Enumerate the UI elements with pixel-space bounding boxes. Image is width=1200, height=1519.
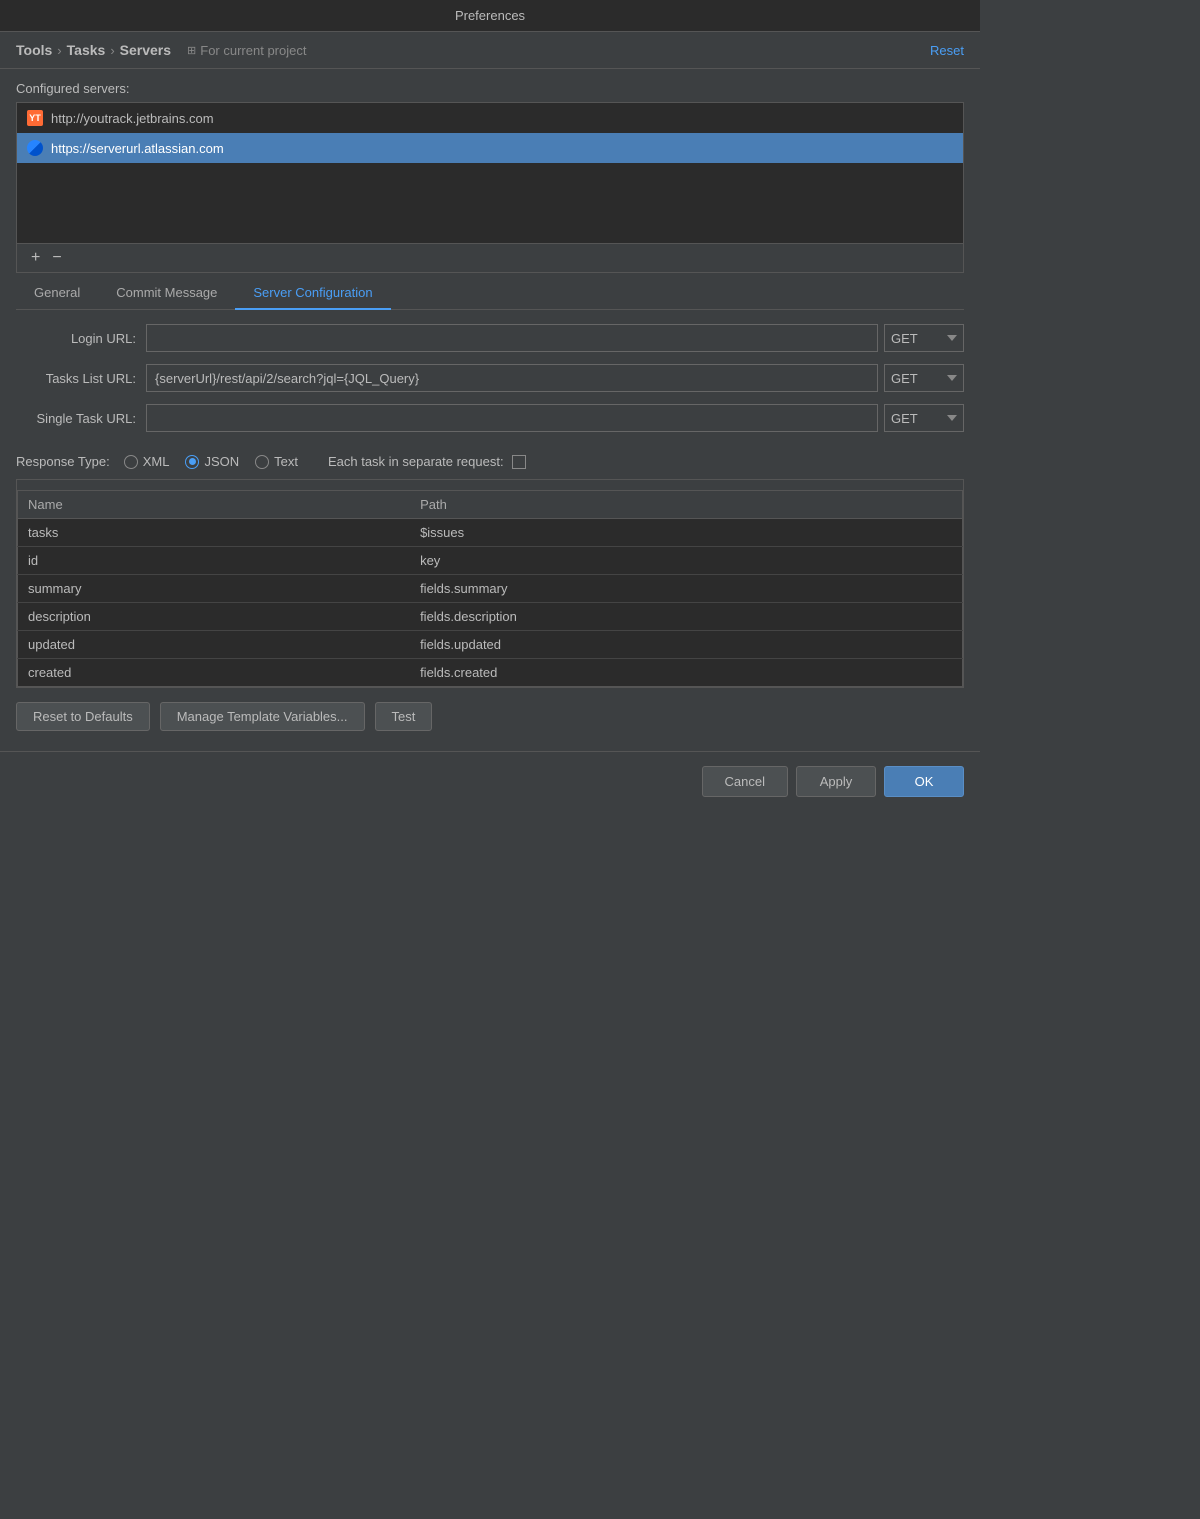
dialog-footer: Cancel Apply OK (0, 751, 980, 811)
radio-json-label: JSON (204, 454, 239, 469)
radio-text[interactable]: Text (255, 454, 298, 469)
response-type-radio-group: XML JSON Text (124, 454, 298, 469)
mapping-table: Name Path tasks$issuesidkeysummaryfields… (17, 490, 963, 687)
ok-button[interactable]: OK (884, 766, 964, 797)
response-type-row: Response Type: XML JSON Text (16, 444, 964, 479)
separate-request-checkbox[interactable] (512, 455, 526, 469)
manage-variables-button[interactable]: Manage Template Variables... (160, 702, 365, 731)
radio-json-circle (185, 455, 199, 469)
project-icon: ⊞ (187, 44, 196, 57)
single-task-url-row: Single Task URL: GET POST PUT DELETE (16, 404, 964, 432)
radio-json[interactable]: JSON (185, 454, 239, 469)
mapping-table-scroll[interactable]: Name Path tasks$issuesidkeysummaryfields… (17, 480, 963, 687)
table-cell-name: id (18, 547, 411, 575)
single-task-url-method-select[interactable]: GET POST PUT DELETE (884, 404, 964, 432)
preferences-dialog: Preferences Tools › Tasks › Servers ⊞ Fo… (0, 0, 980, 811)
separate-request-group: Each task in separate request: (328, 454, 526, 469)
list-actions: + − (16, 244, 964, 273)
table-cell-name: created (18, 659, 411, 687)
separate-request-label: Each task in separate request: (328, 454, 504, 469)
radio-text-label: Text (274, 454, 298, 469)
table-header-row: Name Path (18, 491, 963, 519)
cancel-button[interactable]: Cancel (702, 766, 788, 797)
tab-commit-message[interactable]: Commit Message (98, 277, 235, 310)
breadcrumb-row: Tools › Tasks › Servers ⊞ For current pr… (0, 32, 980, 69)
single-task-url-input[interactable] (146, 404, 878, 432)
table-row[interactable]: createdfields.created (18, 659, 963, 687)
breadcrumb-project-label: For current project (200, 43, 306, 58)
table-cell-name: description (18, 603, 411, 631)
jira-icon (27, 140, 43, 156)
table-row[interactable]: descriptionfields.description (18, 603, 963, 631)
reset-defaults-button[interactable]: Reset to Defaults (16, 702, 150, 731)
col-name-header: Name (18, 491, 411, 519)
col-path-header: Path (410, 491, 962, 519)
table-cell-path: fields.updated (410, 631, 962, 659)
server-name-jira: https://serverurl.atlassian.com (51, 141, 224, 156)
breadcrumb-sep-1: › (57, 43, 61, 58)
breadcrumb-servers[interactable]: Servers (120, 42, 171, 58)
table-row[interactable]: idkey (18, 547, 963, 575)
main-content: Configured servers: YT http://youtrack.j… (0, 69, 980, 751)
table-row[interactable]: updatedfields.updated (18, 631, 963, 659)
configured-servers-label: Configured servers: (16, 81, 964, 96)
title-bar: Preferences (0, 0, 980, 32)
tasks-list-url-method-select[interactable]: GET POST PUT DELETE (884, 364, 964, 392)
table-cell-path: key (410, 547, 962, 575)
breadcrumb-tasks[interactable]: Tasks (67, 42, 106, 58)
table-cell-path: fields.summary (410, 575, 962, 603)
tabs-row: General Commit Message Server Configurat… (16, 277, 964, 310)
server-config-form: Login URL: GET POST PUT DELETE Tasks Lis… (16, 310, 964, 739)
test-button[interactable]: Test (375, 702, 433, 731)
youtrack-icon: YT (27, 110, 43, 126)
table-cell-name: tasks (18, 519, 411, 547)
radio-text-circle (255, 455, 269, 469)
tab-server-configuration[interactable]: Server Configuration (235, 277, 390, 310)
tasks-list-url-label: Tasks List URL: (16, 371, 146, 386)
server-list: YT http://youtrack.jetbrains.com https:/… (16, 102, 964, 244)
radio-xml-circle (124, 455, 138, 469)
table-row[interactable]: summaryfields.summary (18, 575, 963, 603)
login-url-label: Login URL: (16, 331, 146, 346)
tab-general[interactable]: General (16, 277, 98, 310)
remove-server-button[interactable]: − (46, 248, 67, 268)
breadcrumb-project: ⊞ For current project (187, 43, 306, 58)
breadcrumb-tools[interactable]: Tools (16, 42, 52, 58)
add-server-button[interactable]: + (25, 248, 46, 268)
login-url-input[interactable] (146, 324, 878, 352)
login-url-row: Login URL: GET POST PUT DELETE (16, 324, 964, 352)
apply-button[interactable]: Apply (796, 766, 876, 797)
table-cell-name: updated (18, 631, 411, 659)
server-list-empty (17, 163, 963, 243)
breadcrumb-sep-2: › (110, 43, 114, 58)
radio-xml[interactable]: XML (124, 454, 170, 469)
table-cell-path: $issues (410, 519, 962, 547)
table-cell-path: fields.created (410, 659, 962, 687)
tasks-list-url-input[interactable] (146, 364, 878, 392)
tasks-list-url-row: Tasks List URL: GET POST PUT DELETE (16, 364, 964, 392)
table-cell-path: fields.description (410, 603, 962, 631)
table-row[interactable]: tasks$issues (18, 519, 963, 547)
response-type-label: Response Type: (16, 454, 110, 469)
single-task-url-label: Single Task URL: (16, 411, 146, 426)
server-item-youtrack[interactable]: YT http://youtrack.jetbrains.com (17, 103, 963, 133)
table-cell-name: summary (18, 575, 411, 603)
reset-link[interactable]: Reset (930, 43, 964, 58)
dialog-title: Preferences (455, 8, 525, 23)
login-url-method-select[interactable]: GET POST PUT DELETE (884, 324, 964, 352)
radio-xml-label: XML (143, 454, 170, 469)
bottom-actions: Reset to Defaults Manage Template Variab… (16, 688, 964, 739)
server-name-youtrack: http://youtrack.jetbrains.com (51, 111, 214, 126)
server-item-jira[interactable]: https://serverurl.atlassian.com (17, 133, 963, 163)
mapping-table-wrapper: Name Path tasks$issuesidkeysummaryfields… (16, 479, 964, 688)
